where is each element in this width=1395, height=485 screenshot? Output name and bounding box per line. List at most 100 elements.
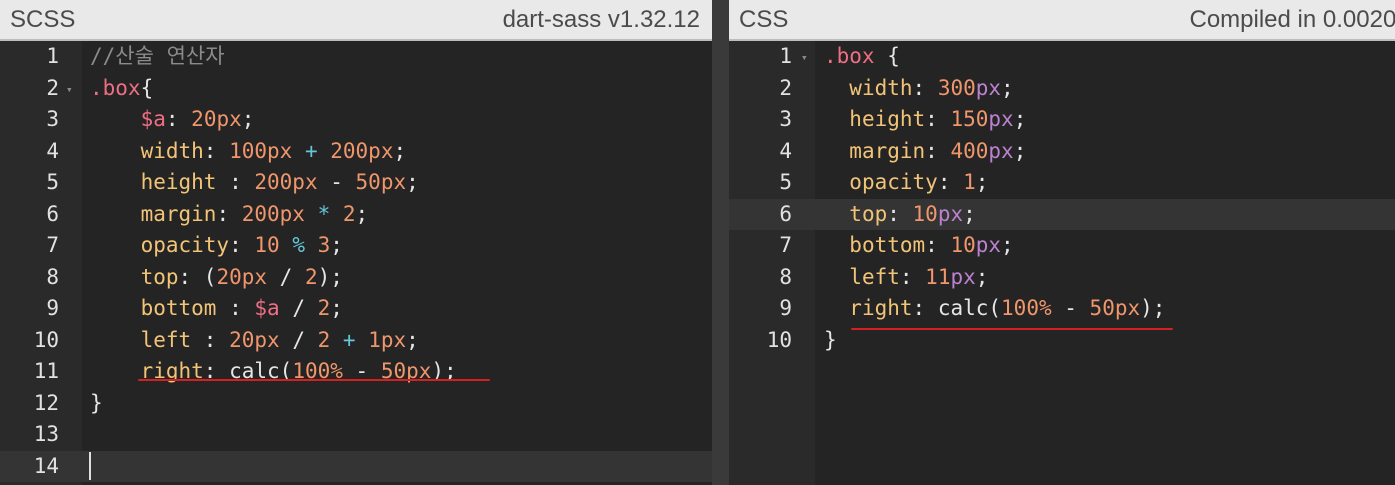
line-number: 1	[46, 44, 59, 68]
code-line[interactable]: 4 width: 100px + 200px;	[0, 136, 712, 168]
code-token: left	[849, 264, 900, 289]
code-token: 20px	[216, 264, 268, 289]
code-line[interactable]: 8 left: 11px;	[729, 262, 1395, 294]
code-token: 2	[342, 201, 356, 226]
line-number: 2	[46, 75, 59, 100]
code-token: :	[912, 296, 938, 320]
line-number: 14	[33, 453, 59, 478]
code-line[interactable]: 5 height : 200px - 50px;	[0, 167, 712, 199]
code-token: +	[330, 327, 369, 352]
code-line[interactable]: 2 width: 300px;	[729, 73, 1395, 105]
code-line[interactable]: 7 bottom: 10px;	[729, 230, 1395, 262]
code-token: margin	[140, 201, 217, 226]
code-token: $a	[254, 296, 280, 320]
code-line[interactable]: 14	[0, 450, 712, 482]
code-line[interactable]: 1 ▾ .box {	[729, 41, 1395, 73]
code-token: px	[975, 75, 1002, 100]
code-token: :	[203, 138, 230, 163]
code-token: ;	[393, 138, 407, 163]
fold-toggle-icon[interactable]: ▾	[66, 74, 73, 106]
annotation-underline-css	[851, 328, 1173, 330]
scss-pane-header: SCSS dart-sass v1.32.12	[0, 0, 712, 41]
line-number: 5	[779, 170, 792, 194]
code-line[interactable]: 7 opacity: 10 % 3;	[0, 230, 712, 262]
code-line[interactable]: 2 ▾ .box{	[0, 73, 712, 105]
code-text: $a: 20px;	[90, 104, 255, 136]
annotation-underline-scss	[138, 379, 490, 381]
code-token: 11	[925, 264, 951, 289]
code-token: margin	[849, 138, 926, 163]
code-token: -	[317, 170, 356, 194]
code-token: ;	[975, 264, 989, 289]
code-text: .box{	[90, 73, 153, 105]
scss-editor[interactable]: 1//산술 연산자 2 ▾ .box{3 $a: 20px; 4 width: 100p…	[0, 41, 712, 485]
code-line[interactable]: 5 opacity: 1;	[729, 167, 1395, 199]
code-token: width	[849, 75, 913, 100]
code-token: 2	[304, 264, 318, 289]
code-text: right: calc(100% - 50px);	[90, 356, 457, 388]
pane-divider[interactable]	[712, 0, 729, 485]
code-line[interactable]: 9 right: calc(100% - 50px);	[729, 293, 1395, 325]
css-code-lines[interactable]: 1 ▾ .box {2 width: 300px; 3 height: 150px; 4…	[729, 41, 1395, 356]
code-token: /	[279, 296, 318, 320]
code-line[interactable]: 1 //산술 연산자	[0, 41, 712, 73]
code-line[interactable]: 6 margin: 200px * 2;	[0, 199, 712, 231]
code-token: ;	[1013, 107, 1027, 131]
code-line[interactable]: 12}	[0, 388, 712, 420]
code-token: :	[912, 75, 938, 100]
code-token: //산술 연산자	[90, 44, 225, 68]
fold-toggle-icon[interactable]: ▾	[801, 42, 808, 74]
code-line[interactable]: 3 $a: 20px;	[0, 104, 712, 136]
code-line[interactable]: 10 left : 20px / 2 + 1px;	[0, 325, 712, 357]
css-editor[interactable]: 1 ▾ .box {2 width: 300px; 3 height: 150px; 4…	[729, 41, 1395, 485]
compile-time: Compiled in 0.002000	[1189, 5, 1395, 33]
code-token: {	[874, 44, 900, 68]
scss-pane: SCSS dart-sass v1.32.12 1 //산술 연산자 2 ▾ .box{…	[0, 0, 712, 485]
code-token: ;	[355, 201, 369, 226]
line-number: 5	[46, 170, 59, 194]
code-line[interactable]: 13	[0, 419, 712, 451]
code-token: :	[229, 233, 255, 257]
code-token: ;	[330, 296, 343, 320]
code-token: px	[975, 233, 1002, 257]
code-token: +	[292, 138, 331, 163]
code-token: ;	[241, 107, 255, 131]
code-text: width: 300px;	[824, 73, 1013, 105]
code-token: );	[317, 264, 343, 289]
code-token: ;	[975, 170, 989, 194]
code-token: 10	[912, 201, 938, 226]
code-token: top	[140, 264, 179, 289]
code-token: 200px	[254, 170, 318, 194]
code-line[interactable]: 8 top: (20px / 2);	[0, 262, 712, 294]
line-number: 4	[46, 138, 59, 163]
code-token: :	[899, 264, 926, 289]
code-token: 1px	[368, 327, 407, 352]
code-token: ;	[1001, 233, 1014, 257]
code-line[interactable]: 6 top: 10px;	[729, 198, 1395, 230]
code-token: left	[140, 327, 192, 352]
code-text: bottom : $a / 2;	[90, 293, 343, 325]
code-text: }	[90, 388, 103, 420]
scss-code-lines[interactable]: 1//산술 연산자 2 ▾ .box{3 $a: 20px; 4 width: 100p…	[0, 41, 712, 482]
code-line[interactable]: 3 height: 150px;	[729, 104, 1395, 136]
code-text: left: 11px;	[824, 262, 988, 294]
code-token: $a	[140, 107, 166, 131]
line-number: 3	[46, 107, 59, 131]
code-line[interactable]: 9 bottom : $a / 2;	[0, 293, 712, 325]
code-token: 10	[950, 233, 976, 257]
code-line[interactable]: 4 margin: 400px;	[729, 136, 1395, 168]
line-number: 2	[779, 75, 792, 100]
code-token: 200px	[241, 201, 305, 226]
code-line[interactable]: 11 right: calc(100% - 50px);	[0, 356, 712, 388]
code-text: left : 20px / 2 + 1px;	[90, 325, 419, 357]
code-token: right	[849, 296, 913, 320]
